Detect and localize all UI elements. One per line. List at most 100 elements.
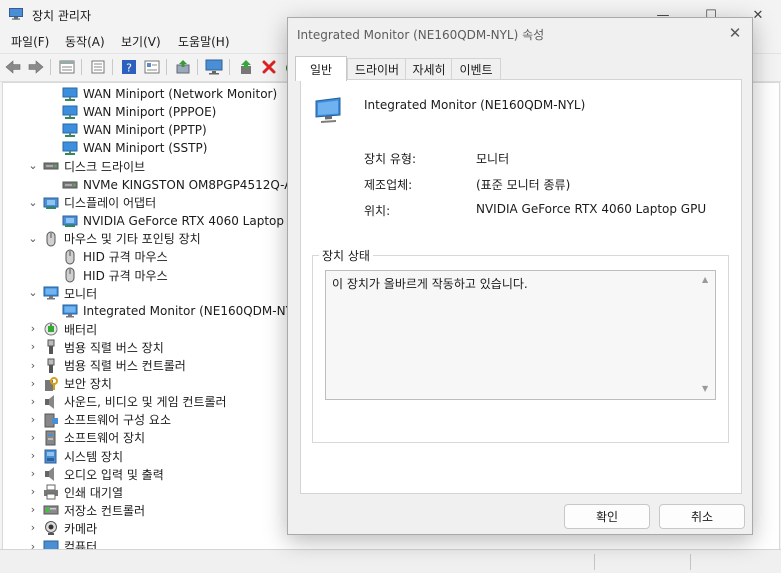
tree-device[interactable]: WAN Miniport (PPTP): [62, 121, 207, 139]
monitor-icon: [62, 303, 78, 319]
tree-item-label: 사운드, 비디오 및 게임 컨트롤러: [64, 395, 227, 410]
chevron-right-icon[interactable]: ›: [28, 519, 38, 537]
tree-item-label: WAN Miniport (PPTP): [83, 123, 207, 138]
svg-text:?: ?: [126, 62, 132, 75]
tree-item-label: WAN Miniport (Network Monitor): [83, 87, 278, 101]
properties-view-icon[interactable]: [58, 58, 76, 76]
printer-icon: [43, 484, 59, 500]
tree-category[interactable]: 보안 장치: [43, 375, 112, 393]
status-bar: [0, 549, 781, 573]
tree-category[interactable]: 시스템 장치: [43, 447, 123, 465]
tab-events[interactable]: 이벤트: [451, 58, 501, 80]
menu-file[interactable]: 파일(F): [11, 33, 49, 50]
chevron-right-icon[interactable]: ›: [28, 429, 38, 447]
tree-item-label: 인쇄 대기열: [64, 485, 124, 500]
chevron-right-icon[interactable]: ›: [28, 338, 38, 356]
chevron-right-icon[interactable]: ›: [28, 465, 38, 483]
network-adapter-icon: [62, 140, 78, 156]
chevron-right-icon[interactable]: ›: [28, 411, 38, 429]
tree-item-label: 범용 직렬 버스 컨트롤러: [64, 359, 186, 373]
tree-device[interactable]: HID 규격 마우스: [62, 266, 168, 284]
tree-category[interactable]: 범용 직렬 버스 컨트롤러: [43, 357, 186, 375]
tree-category[interactable]: 카메라: [43, 519, 97, 537]
device-status-textbox[interactable]: 이 장치가 올바르게 작동하고 있습니다. ▲ ▼: [325, 270, 716, 400]
tree-device[interactable]: NVMe KINGSTON OM8PGP4512Q-AA: [62, 176, 301, 194]
monitor-icon: [315, 97, 341, 123]
tab-details[interactable]: 자세히: [405, 58, 453, 80]
tree-category[interactable]: 범용 직렬 버스 장치: [43, 338, 164, 356]
details-view-icon[interactable]: [143, 58, 161, 76]
update-driver-icon[interactable]: [174, 58, 192, 76]
scroll-down-icon[interactable]: ▼: [702, 384, 708, 393]
tree-item-label: 저장소 컨트롤러: [64, 503, 146, 518]
tree-item-label: 마우스 및 기타 포인팅 장치: [64, 232, 201, 247]
tree-item-label: 시스템 장치: [64, 449, 124, 464]
tree-category[interactable]: 저장소 컨트롤러: [43, 501, 145, 519]
help-icon[interactable]: ?: [120, 58, 138, 76]
network-adapter-icon: [62, 122, 78, 138]
monitor-icon: [43, 285, 59, 301]
chevron-right-icon[interactable]: ›: [28, 357, 38, 375]
tree-device[interactable]: Integrated Monitor (NE160QDM-NYL): [62, 302, 304, 320]
forward-icon[interactable]: [27, 58, 45, 76]
chevron-right-icon[interactable]: ›: [28, 320, 38, 338]
dialog-close-button[interactable]: ✕: [724, 22, 746, 44]
battery-icon: [43, 321, 59, 337]
tree-category[interactable]: 소프트웨어 구성 요소: [43, 411, 171, 429]
device-type-label: 장치 유형:: [364, 152, 417, 166]
tree-category[interactable]: 마우스 및 기타 포인팅 장치: [43, 230, 201, 248]
tree-device[interactable]: WAN Miniport (SSTP): [62, 139, 207, 157]
list-view-icon[interactable]: [89, 58, 107, 76]
display-icon[interactable]: [205, 58, 223, 76]
network-adapter-icon: [62, 104, 78, 120]
chevron-right-icon[interactable]: ›: [28, 393, 38, 411]
tree-category[interactable]: 소프트웨어 장치: [43, 429, 145, 447]
tree-category[interactable]: 모니터: [43, 284, 97, 302]
menu-help[interactable]: 도움말(H): [178, 33, 230, 50]
tree-item-label: HID 규격 마우스: [83, 268, 168, 283]
tree-device[interactable]: NVIDIA GeForce RTX 4060 Laptop GP: [62, 212, 304, 230]
chevron-down-icon[interactable]: ⌄: [28, 194, 38, 212]
chevron-right-icon[interactable]: ›: [28, 447, 38, 465]
general-tab-panel: Integrated Monitor (NE160QDM-NYL) 장치 유형:…: [300, 79, 742, 494]
status-scrollbar[interactable]: ▲ ▼: [699, 271, 715, 399]
tree-category[interactable]: 배터리: [43, 320, 97, 338]
back-icon[interactable]: [4, 58, 22, 76]
tree-category[interactable]: 사운드, 비디오 및 게임 컨트롤러: [43, 393, 227, 411]
chevron-right-icon[interactable]: ›: [28, 375, 38, 393]
chevron-down-icon[interactable]: ⌄: [28, 284, 38, 302]
chevron-down-icon[interactable]: ⌄: [28, 157, 38, 175]
properties-dialog: Integrated Monitor (NE160QDM-NYL) 속성 ✕ 일…: [287, 17, 753, 535]
device-type-value: 모니터: [476, 152, 510, 166]
tree-device[interactable]: HID 규격 마우스: [62, 248, 168, 266]
dialog-title: Integrated Monitor (NE160QDM-NYL) 속성: [297, 28, 545, 42]
tree-item-label: 카메라: [64, 521, 98, 536]
tree-category[interactable]: 인쇄 대기열: [43, 483, 123, 501]
mouse-icon: [62, 267, 78, 283]
menu-action[interactable]: 동작(A): [65, 33, 105, 50]
chevron-right-icon[interactable]: ›: [28, 483, 38, 501]
scroll-up-icon[interactable]: ▲: [702, 275, 708, 284]
chevron-down-icon[interactable]: ⌄: [28, 230, 38, 248]
disk-drive-icon: [62, 177, 78, 193]
uninstall-icon[interactable]: [260, 58, 278, 76]
tree-device[interactable]: WAN Miniport (PPPOE): [62, 103, 216, 121]
tab-general[interactable]: 일반: [295, 56, 347, 81]
tree-category[interactable]: 디스크 드라이브: [43, 157, 145, 175]
menu-view[interactable]: 보기(V): [121, 33, 161, 50]
software-component-icon: [43, 412, 59, 428]
tree-device[interactable]: WAN Miniport (Network Monitor): [62, 85, 277, 103]
chevron-right-icon[interactable]: ›: [28, 501, 38, 519]
tree-category[interactable]: 오디오 입력 및 출력: [43, 465, 164, 483]
enable-device-icon[interactable]: [237, 58, 255, 76]
mouse-icon: [43, 231, 59, 247]
tree-item-label: WAN Miniport (SSTP): [83, 141, 208, 156]
ok-button[interactable]: 확인: [564, 504, 650, 529]
tab-driver[interactable]: 드라이버: [347, 58, 407, 80]
tree-item-label: 모니터: [64, 286, 98, 301]
window-title: 장치 관리자: [32, 9, 92, 23]
tree-item-label: 범용 직렬 버스 장치: [64, 340, 164, 355]
tree-category[interactable]: 디스플레이 어댑터: [43, 194, 156, 212]
display-adapter-icon: [62, 213, 78, 229]
cancel-button[interactable]: 취소: [659, 504, 745, 529]
